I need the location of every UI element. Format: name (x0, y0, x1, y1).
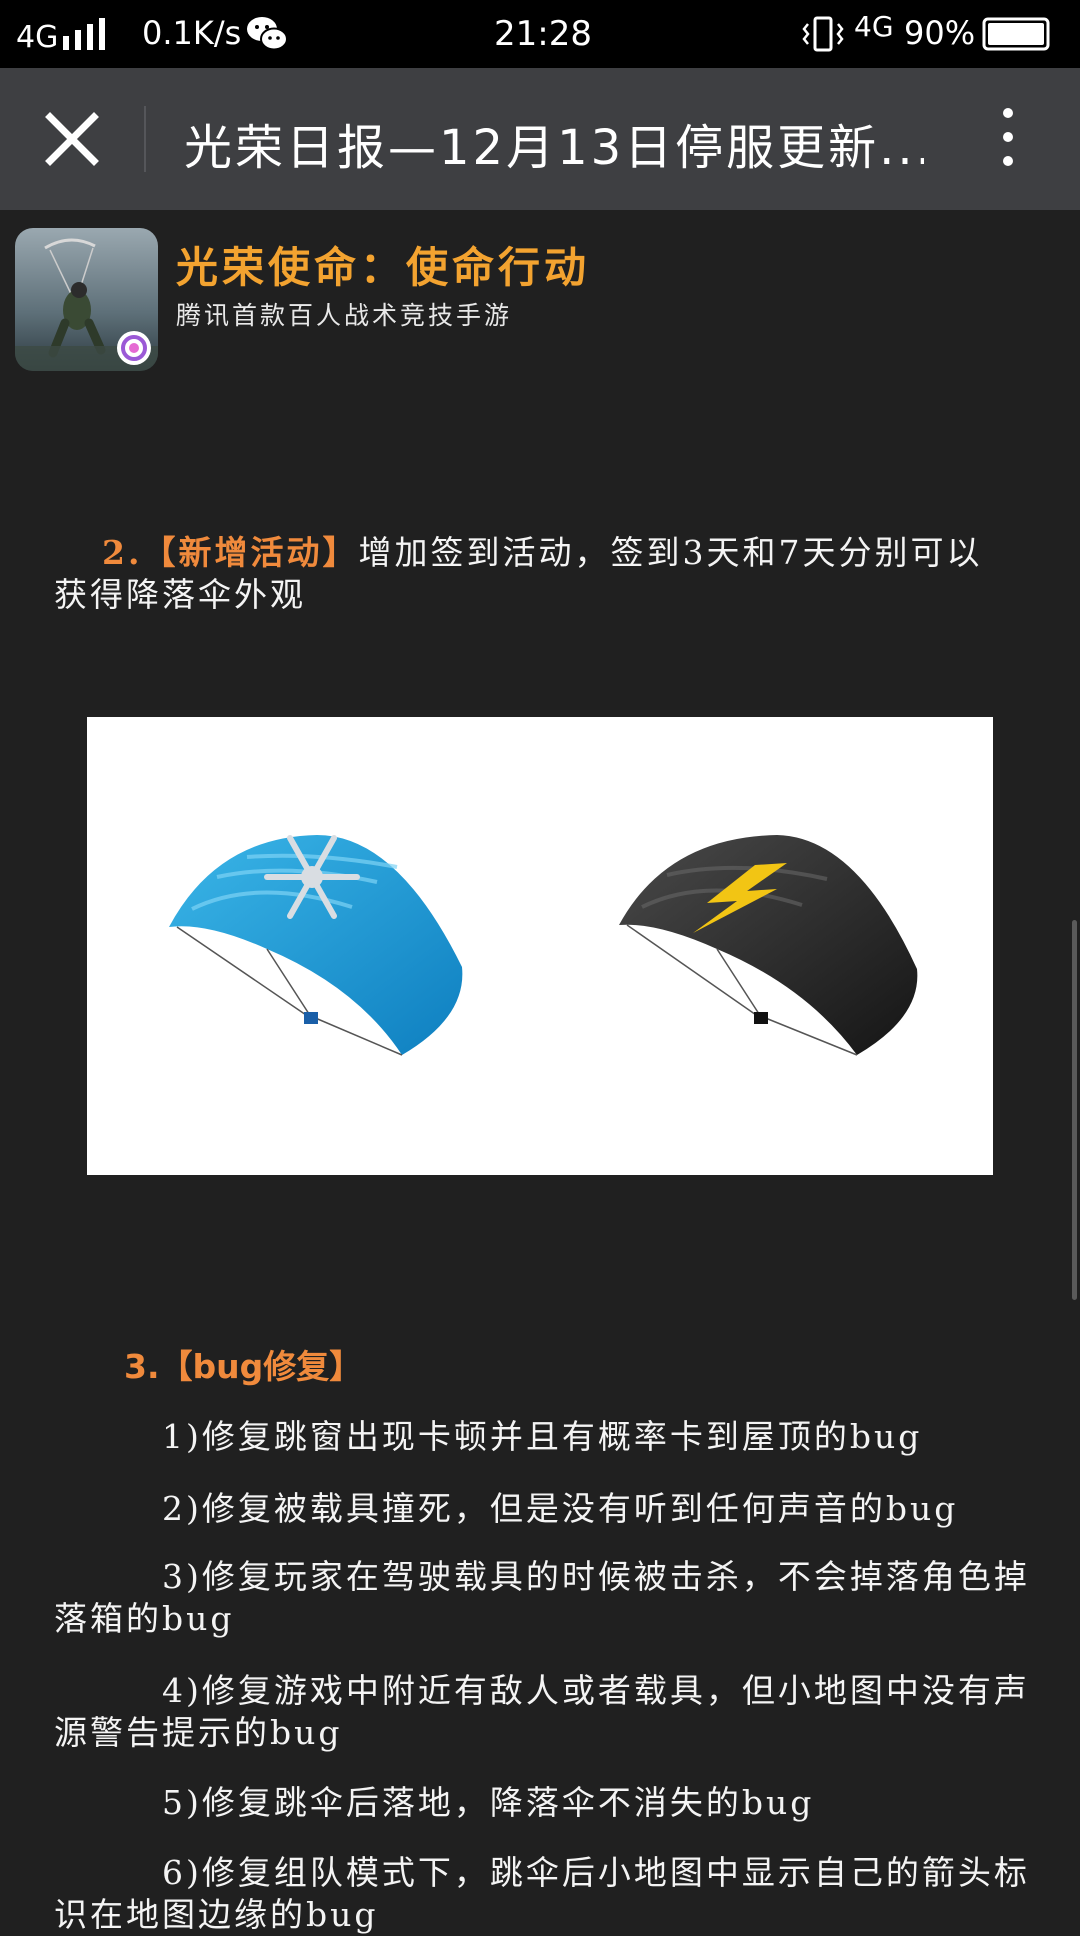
wechat-icon (247, 17, 288, 51)
title-divider (144, 106, 146, 172)
section-bug-fix-title: 3.【bug修复】 (124, 1347, 363, 1386)
page-title: 光荣日报—12月13日停服更新... (184, 120, 924, 176)
bug-fix-item: 1)修复跳窗出现卡顿并且有概率卡到屋顶的bug (162, 1417, 923, 1456)
game-banner[interactable]: 光荣使命：使命行动 腾讯首款百人战术竞技手游 (0, 210, 1080, 380)
bug-fix-item: 2)修复被载具撞死，但是没有听到任何声音的bug (162, 1489, 959, 1528)
bug-fix-item: 3)修复玩家在驾驶载具的时候被击杀，不会掉落角色掉落箱的bug (54, 1557, 1030, 1638)
vibrate-icon (802, 16, 844, 52)
parachute-image[interactable] (87, 717, 993, 1175)
more-icon[interactable] (986, 108, 1030, 172)
game-app-icon[interactable] (15, 228, 158, 371)
signal-icon (63, 18, 105, 50)
bug-fix-item: 4)修复游戏中附近有敌人或者载具，但小地图中没有声源警告提示的bug (54, 1671, 1030, 1752)
status-bar: 4G 0.1K/s 21:28 4G 90% (0, 0, 1080, 68)
network-type: 4G (16, 20, 59, 55)
close-icon[interactable] (36, 98, 108, 180)
game-tagline: 腾讯首款百人战术竞技手游 (176, 301, 513, 330)
bug-fix-item: 6)修复组队模式下，跳伞后小地图中显示自己的箭头标识在地图边缘的bug (54, 1853, 1030, 1934)
item2-tag: 【新增活动】 (142, 533, 359, 572)
item2-number: 2. (102, 533, 143, 572)
parachute-snowflake-image (169, 835, 463, 1056)
parachute-lightning-image (619, 835, 918, 1056)
battery-icon (982, 17, 1050, 51)
game-name: 光荣使命：使命行动 (176, 243, 591, 292)
bug-fix-item: 5)修复跳伞后落地，降落伞不消失的bug (162, 1783, 815, 1822)
battery-percent: 90% (904, 14, 976, 52)
network-speed: 0.1K/s (142, 14, 242, 52)
scrollbar[interactable] (1072, 920, 1077, 1300)
article-paragraph-item2: 2.【新增活动】增加签到活动，签到3天和7天分别可以获得降落伞外观 (54, 532, 1014, 616)
clock: 21:28 (494, 14, 592, 54)
title-bar: 光荣日报—12月13日停服更新... (0, 68, 1080, 210)
network-type-2: 4G (854, 10, 894, 43)
